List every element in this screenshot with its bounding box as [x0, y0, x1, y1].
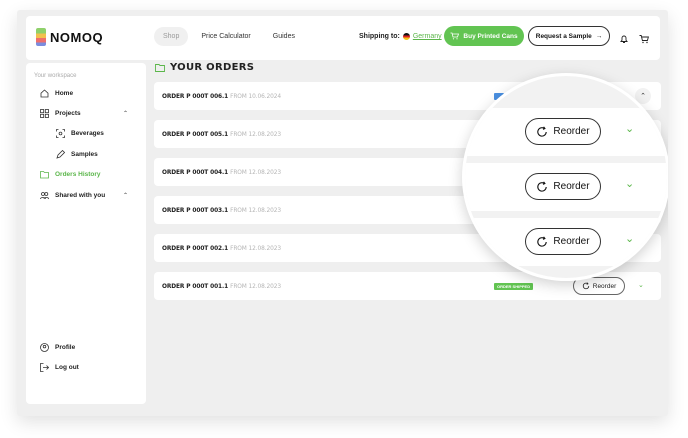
sidebar: Your workspace Home Projects ⌃ Beverages…	[26, 63, 146, 404]
reorder-label: Reorder	[592, 282, 617, 290]
sidebar-item-label: Samples	[71, 151, 98, 158]
folder-icon	[40, 171, 49, 179]
sidebar-item-label: Beverages	[71, 130, 104, 137]
chevron-down-icon[interactable]: ⌄	[625, 122, 634, 135]
status-badge: ORDER SHIPPED	[494, 283, 534, 290]
order-id: ORDER P 000T 005.1	[162, 130, 229, 138]
order-id-label: ORDER P 000T 004.1 FROM 12.08.2023	[162, 168, 281, 176]
flag-germany-icon	[402, 33, 410, 40]
reorder-button[interactable]: Reorder	[525, 228, 601, 255]
sidebar-item-projects[interactable]: Projects	[40, 109, 81, 118]
logo-mark-icon	[36, 28, 46, 46]
users-icon	[40, 192, 49, 200]
order-date: FROM 12.08.2023	[230, 282, 281, 290]
grid-icon	[40, 109, 49, 118]
order-id-label: ORDER P 000T 002.1 FROM 12.08.2023	[162, 244, 281, 252]
shipping-country[interactable]: Germany	[413, 33, 442, 40]
order-id: ORDER P 000T 006.1	[162, 92, 229, 100]
chevron-up-icon[interactable]: ⌃	[123, 192, 128, 199]
top-header: NOMOQ Shop Price Calculator Guides Shipp…	[26, 16, 660, 60]
main-nav: Shop Price Calculator Guides	[154, 27, 304, 46]
logout-label: Log out	[55, 364, 79, 371]
reorder-label: Reorder	[553, 126, 590, 137]
reorder-label: Reorder	[553, 236, 590, 247]
app-window: NOMOQ Shop Price Calculator Guides Shipp…	[17, 10, 668, 416]
order-id-label: ORDER P 000T 005.1 FROM 12.08.2023	[162, 130, 281, 138]
page-title: YOUR ORDERS	[155, 62, 254, 73]
refresh-icon	[582, 282, 589, 290]
request-sample-button[interactable]: Request a Sample →	[528, 26, 610, 46]
order-date: FROM 12.08.2023	[230, 206, 281, 214]
profile-icon	[40, 343, 49, 352]
sample-button-label: Request a Sample	[535, 32, 592, 40]
order-id: ORDER P 000T 003.1	[162, 206, 229, 214]
sidebar-item-home[interactable]: Home	[40, 89, 73, 98]
order-id: ORDER P 000T 001.1	[162, 282, 229, 290]
workspace-label: Your workspace	[34, 73, 77, 79]
order-date: FROM 12.08.2023	[230, 130, 281, 138]
sidebar-item-orders-history[interactable]: Orders History	[40, 170, 101, 179]
nav-price-calculator[interactable]: Price Calculator	[192, 27, 259, 46]
reorder-button[interactable]: Reorder	[525, 173, 601, 200]
profile-label: Profile	[55, 344, 76, 351]
cart-icon[interactable]	[639, 34, 649, 44]
arrow-right-icon: →	[595, 32, 603, 40]
home-icon	[40, 89, 49, 98]
pen-icon	[56, 150, 65, 159]
bell-icon[interactable]	[619, 34, 629, 44]
logo[interactable]: NOMOQ	[36, 28, 103, 46]
reorder-button[interactable]: Reorder	[525, 118, 601, 145]
buy-button-label: Buy Printed Cans	[463, 32, 518, 40]
logo-text: NOMOQ	[50, 29, 104, 45]
order-date: FROM 10.06.2024	[230, 92, 281, 100]
refresh-icon	[537, 125, 548, 137]
sidebar-item-label: Shared with you	[55, 192, 106, 199]
chevron-down-icon[interactable]: ⌄	[625, 177, 634, 190]
buy-printed-cans-button[interactable]: Buy Printed Cans	[444, 26, 524, 46]
target-icon	[56, 129, 65, 138]
magnified-row: Reorder ⌄	[465, 218, 667, 266]
sidebar-item-samples[interactable]: Samples	[56, 150, 98, 159]
order-id-label: ORDER P 000T 001.1 FROM 12.08.2023	[162, 282, 281, 290]
sidebar-item-label: Projects	[55, 110, 81, 117]
shipping-selector[interactable]: Shipping to: Germany	[359, 33, 442, 40]
sidebar-item-label: Orders History	[55, 171, 101, 178]
magnified-row: Reorder ⌄	[465, 163, 667, 211]
folder-icon	[155, 64, 165, 72]
sidebar-item-logout[interactable]: Log out	[40, 363, 79, 372]
magnified-row: Reorder ⌄	[465, 108, 667, 156]
order-id: ORDER P 000T 002.1	[162, 244, 229, 252]
page-title-text: YOUR ORDERS	[170, 62, 255, 73]
sidebar-item-profile[interactable]: Profile	[40, 343, 75, 352]
refresh-icon	[537, 180, 548, 192]
cart-icon	[450, 32, 460, 40]
order-date: FROM 12.08.2023	[230, 244, 281, 252]
reorder-label: Reorder	[553, 181, 590, 192]
chevron-down-icon[interactable]: ⌄	[625, 232, 634, 245]
sidebar-item-beverages[interactable]: Beverages	[56, 129, 104, 138]
magnifier-callout: Reorder ⌄ Reorder ⌄ Reorder ⌄	[462, 73, 668, 281]
order-id-label: ORDER P 000T 003.1 FROM 12.08.2023	[162, 206, 281, 214]
nav-shop[interactable]: Shop	[154, 27, 189, 46]
nav-guides[interactable]: Guides	[264, 27, 304, 46]
order-date: FROM 12.08.2023	[230, 168, 281, 176]
logout-icon	[40, 363, 49, 372]
sidebar-item-shared[interactable]: Shared with you	[40, 191, 105, 200]
sidebar-item-label: Home	[55, 90, 74, 97]
chevron-down-icon[interactable]: ⌄	[638, 281, 644, 289]
order-id-label: ORDER P 000T 006.1 FROM 10.06.2024	[162, 92, 281, 100]
shipping-label: Shipping to:	[359, 33, 400, 40]
chevron-up-icon[interactable]: ⌃	[123, 110, 128, 117]
order-id: ORDER P 000T 004.1	[162, 168, 229, 176]
refresh-icon	[537, 235, 548, 247]
